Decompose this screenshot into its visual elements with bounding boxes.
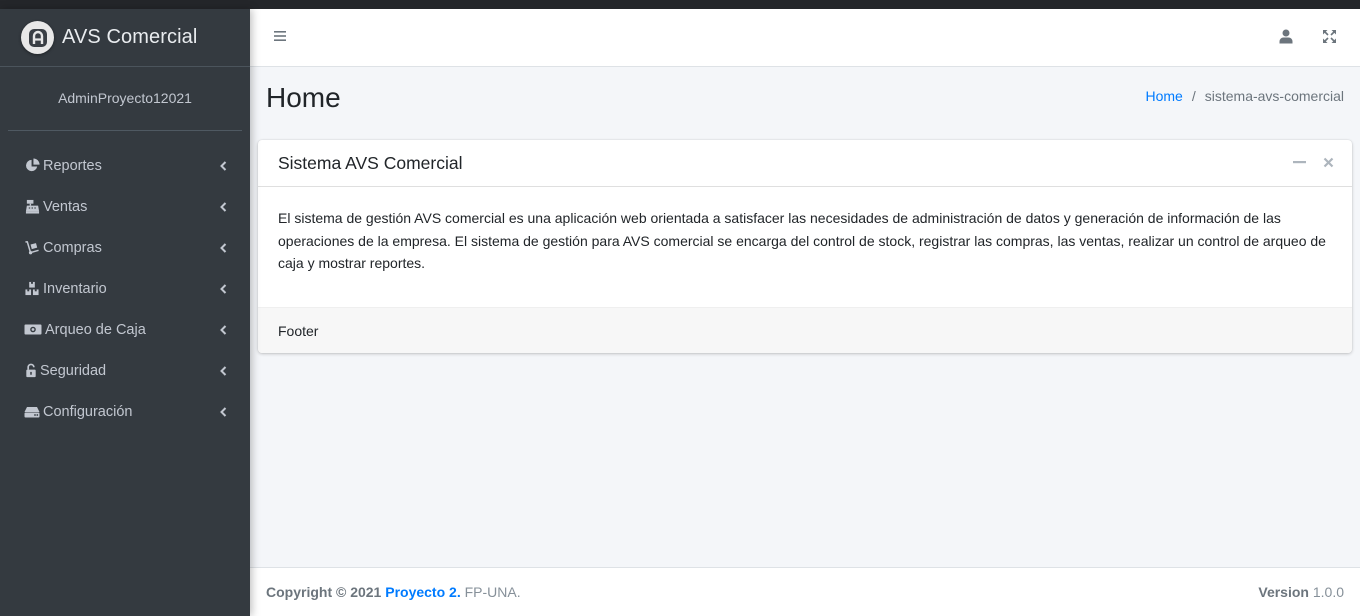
money-bill-icon — [24, 322, 42, 338]
chevron-left-icon — [218, 283, 228, 294]
sidebar-item-label: Reportes — [43, 157, 102, 174]
user-icon[interactable] — [1279, 29, 1293, 44]
fullscreen-expand-icon[interactable] — [1322, 29, 1337, 44]
brand-title: AVS Comercial — [62, 26, 198, 48]
brand-link[interactable]: AVS Comercial — [0, 9, 250, 67]
close-icon[interactable] — [1320, 154, 1336, 170]
breadcrumb-separator: / — [1191, 88, 1196, 104]
user-panel: AdminProyecto12021 — [8, 67, 242, 131]
sidebar-item-label: Seguridad — [40, 362, 107, 379]
sidebar-item-inventario[interactable]: Inventario — [0, 268, 250, 309]
cash-register-icon — [24, 199, 40, 215]
sidebar-item-configuracion[interactable]: Configuración — [0, 391, 250, 432]
sidebar-item-reportes[interactable]: Reportes — [0, 145, 250, 186]
pie-chart-icon — [24, 158, 40, 174]
hdd-icon — [24, 404, 40, 420]
card-header: Sistema AVS Comercial — [258, 140, 1352, 187]
card-description: El sistema de gestión AVS comercial es u… — [278, 210, 1326, 271]
collapse-minus-icon[interactable] — [1291, 154, 1307, 170]
sidebar-item-label: Inventario — [43, 280, 107, 297]
info-card: Sistema AVS Comercial El sistema de gest… — [258, 140, 1352, 353]
card-title: Sistema AVS Comercial — [278, 152, 463, 173]
page-title: Home — [266, 82, 341, 113]
version-label: Version — [1258, 584, 1309, 600]
card-footer-text: Footer — [278, 322, 319, 339]
sidebar-item-label: Arqueo de Caja — [45, 321, 146, 338]
chevron-left-icon — [218, 242, 228, 253]
card-body: El sistema de gestión AVS comercial es u… — [258, 187, 1352, 307]
unlock-icon — [24, 363, 37, 379]
version-number: 1.0.0 — [1312, 584, 1344, 600]
sidebar-item-seguridad[interactable]: Seguridad — [0, 350, 250, 391]
sidebar-item-label: Configuración — [43, 403, 133, 420]
breadcrumb-home-link[interactable]: Home — [1146, 88, 1183, 104]
main-footer: Copyright © 2021 Proyecto 2. FP-UNA. Ver… — [250, 567, 1360, 616]
sidebar-nav: Reportes Ventas Compras Inventario Arque… — [0, 131, 250, 432]
card-footer: Footer — [258, 307, 1352, 353]
chevron-left-icon — [218, 324, 228, 335]
menu-toggle-icon[interactable] — [273, 29, 287, 43]
sidebar-item-arqueo-de-caja[interactable]: Arqueo de Caja — [0, 309, 250, 350]
boxes-icon — [24, 281, 40, 297]
chevron-left-icon — [218, 406, 228, 417]
brand-logo-icon — [21, 21, 54, 54]
chevron-left-icon — [218, 201, 228, 212]
sidebar-item-label: Compras — [43, 239, 102, 256]
footer-project-link[interactable]: Proyecto 2. — [385, 584, 460, 600]
sidebar-item-label: Ventas — [43, 198, 88, 215]
sidebar-item-ventas[interactable]: Ventas — [0, 186, 250, 227]
sidebar: AVS Comercial AdminProyecto12021 Reporte… — [0, 9, 250, 616]
chevron-left-icon — [218, 365, 228, 376]
footer-version: Version 1.0.0 — [1258, 584, 1344, 600]
sidebar-item-compras[interactable]: Compras — [0, 227, 250, 268]
chevron-left-icon — [218, 160, 228, 171]
footer-copyright: Copyright © 2021 Proyecto 2. FP-UNA. — [266, 584, 521, 600]
breadcrumb-current: sistema-avs-comercial — [1204, 88, 1344, 104]
breadcrumb: Home / sistema-avs-comercial — [1146, 88, 1345, 104]
dolly-icon — [24, 240, 40, 256]
footer-org: FP-UNA. — [464, 584, 521, 600]
user-name[interactable]: AdminProyecto12021 — [58, 90, 192, 106]
window-top-strip — [0, 0, 1360, 9]
copyright-text: Copyright © 2021 — [266, 584, 382, 600]
top-navbar — [250, 9, 1360, 67]
